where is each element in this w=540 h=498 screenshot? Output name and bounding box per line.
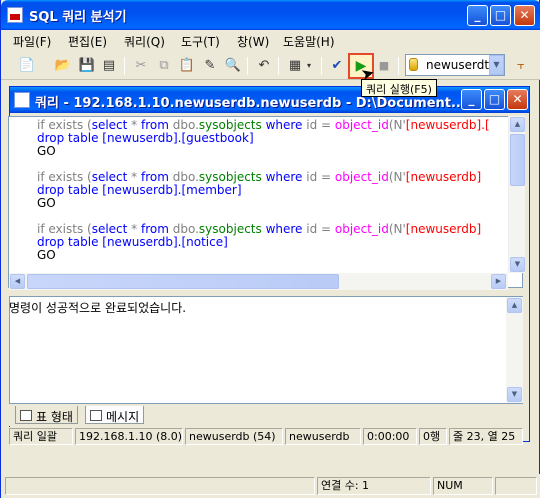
status-connections: 연결 수: 1 (317, 477, 431, 495)
minimize-button[interactable]: _ (467, 5, 488, 26)
results-mode-icon[interactable]: ▦ (285, 56, 305, 76)
hscroll-thumb[interactable] (27, 274, 339, 289)
child-close-button[interactable]: ✕ (507, 89, 528, 110)
scroll-up-icon[interactable]: ▲ (510, 117, 525, 132)
result-tabs: 표 형태 메시지 (9, 404, 523, 426)
tab-grid[interactable]: 표 형태 (15, 406, 78, 424)
save-icon[interactable]: 💾 (77, 56, 97, 76)
child-maximize-button[interactable]: □ (484, 89, 505, 110)
find-icon[interactable]: 🔍 (223, 56, 243, 76)
query-window-icon (14, 92, 30, 108)
menu-file[interactable]: 파일(F) (13, 33, 51, 50)
scroll-left-icon[interactable]: ◀ (10, 274, 25, 289)
child-title-bar[interactable]: 쿼리 - 192.168.1.10.newuserdb.newuserdb - … (10, 87, 529, 113)
menu-edit[interactable]: 편집(E) (68, 33, 107, 50)
results-scroll-up-icon[interactable]: ▲ (507, 298, 522, 313)
tab-messages[interactable]: 메시지 (85, 406, 145, 424)
editor-horizontal-scrollbar[interactable]: ◀ ▶ (9, 273, 508, 290)
database-icon (409, 58, 418, 71)
object-browser-icon[interactable]: ⫟ (511, 56, 531, 76)
scroll-right-icon[interactable]: ▶ (491, 274, 506, 289)
results-vertical-scrollbar[interactable]: ▲ ▼ (506, 297, 523, 403)
menu-bar: 파일(F) 편집(E) 쿼리(Q) 도구(T) 창(W) 도움말(H) (1, 30, 540, 52)
menu-help[interactable]: 도움말(H) (283, 33, 335, 50)
scroll-thumb[interactable] (510, 134, 525, 186)
maximize-button[interactable]: □ (490, 5, 511, 26)
result-message: 명령이 성공적으로 완료되었습니다. (9, 301, 187, 315)
undo-icon[interactable]: ↶ (254, 56, 274, 76)
status-batch: 쿼리 일괄 (9, 428, 73, 445)
status-server: 192.168.1.10 (8.0) (75, 428, 183, 445)
status-extra (495, 477, 537, 495)
grid-icon (20, 410, 32, 421)
scroll-down-icon[interactable]: ▼ (510, 257, 525, 272)
paste-icon[interactable]: 📋 (177, 56, 197, 76)
results-mode-dropdown-icon[interactable]: ▾ (304, 56, 314, 76)
menu-window[interactable]: 창(W) (237, 33, 269, 50)
status-position: 줄 23, 열 25 (449, 428, 523, 445)
menu-tools[interactable]: 도구(T) (181, 33, 220, 50)
menu-query[interactable]: 쿼리(Q) (124, 33, 165, 50)
query-editor[interactable]: if exists (select * from dbo.sysobjects … (8, 116, 523, 288)
title-bar[interactable]: SQL 쿼리 분석기 _ □ ✕ (1, 0, 540, 30)
status-time: 0:00:00 (363, 428, 417, 445)
clear-window-icon[interactable]: ✎ (200, 56, 220, 76)
app-window: SQL 쿼리 분석기 _ □ ✕ 파일(F) 편집(E) 쿼리(Q) 도구(T)… (0, 0, 540, 498)
status-rows: 0행 (419, 428, 447, 445)
new-query-icon[interactable]: 📄 (17, 56, 37, 76)
results-scroll-down-icon[interactable]: ▼ (507, 387, 522, 402)
child-minimize-button[interactable]: _ (461, 89, 482, 110)
messages-icon (90, 410, 102, 421)
open-icon[interactable]: 📂 (53, 56, 73, 76)
parse-query-icon[interactable]: ✔ (327, 56, 347, 76)
status-database: newuserdb (285, 428, 361, 445)
app-title: SQL 쿼리 분석기 (29, 10, 127, 25)
database-dropdown-button[interactable]: ▼ (489, 55, 504, 75)
query-text: if exists (select * from dbo.sysobjects … (37, 118, 490, 262)
editor-vertical-scrollbar[interactable]: ▲ ▼ (508, 116, 525, 273)
cut-icon[interactable]: ✂ (131, 56, 151, 76)
status-blank (5, 477, 315, 495)
load-script-icon[interactable]: ▤ (99, 56, 119, 76)
main-status-bar: 연결 수: 1 NUM (1, 474, 540, 498)
app-icon (7, 7, 23, 23)
copy-icon[interactable]: ⧉ (154, 56, 174, 76)
close-button[interactable]: ✕ (514, 5, 535, 26)
status-num: NUM (433, 477, 493, 495)
query-status-bar: 쿼리 일괄 192.168.1.10 (8.0) newuserdb (54) … (9, 427, 523, 446)
cancel-query-icon[interactable]: ■ (374, 56, 394, 76)
status-user: newuserdb (54) (185, 428, 283, 445)
